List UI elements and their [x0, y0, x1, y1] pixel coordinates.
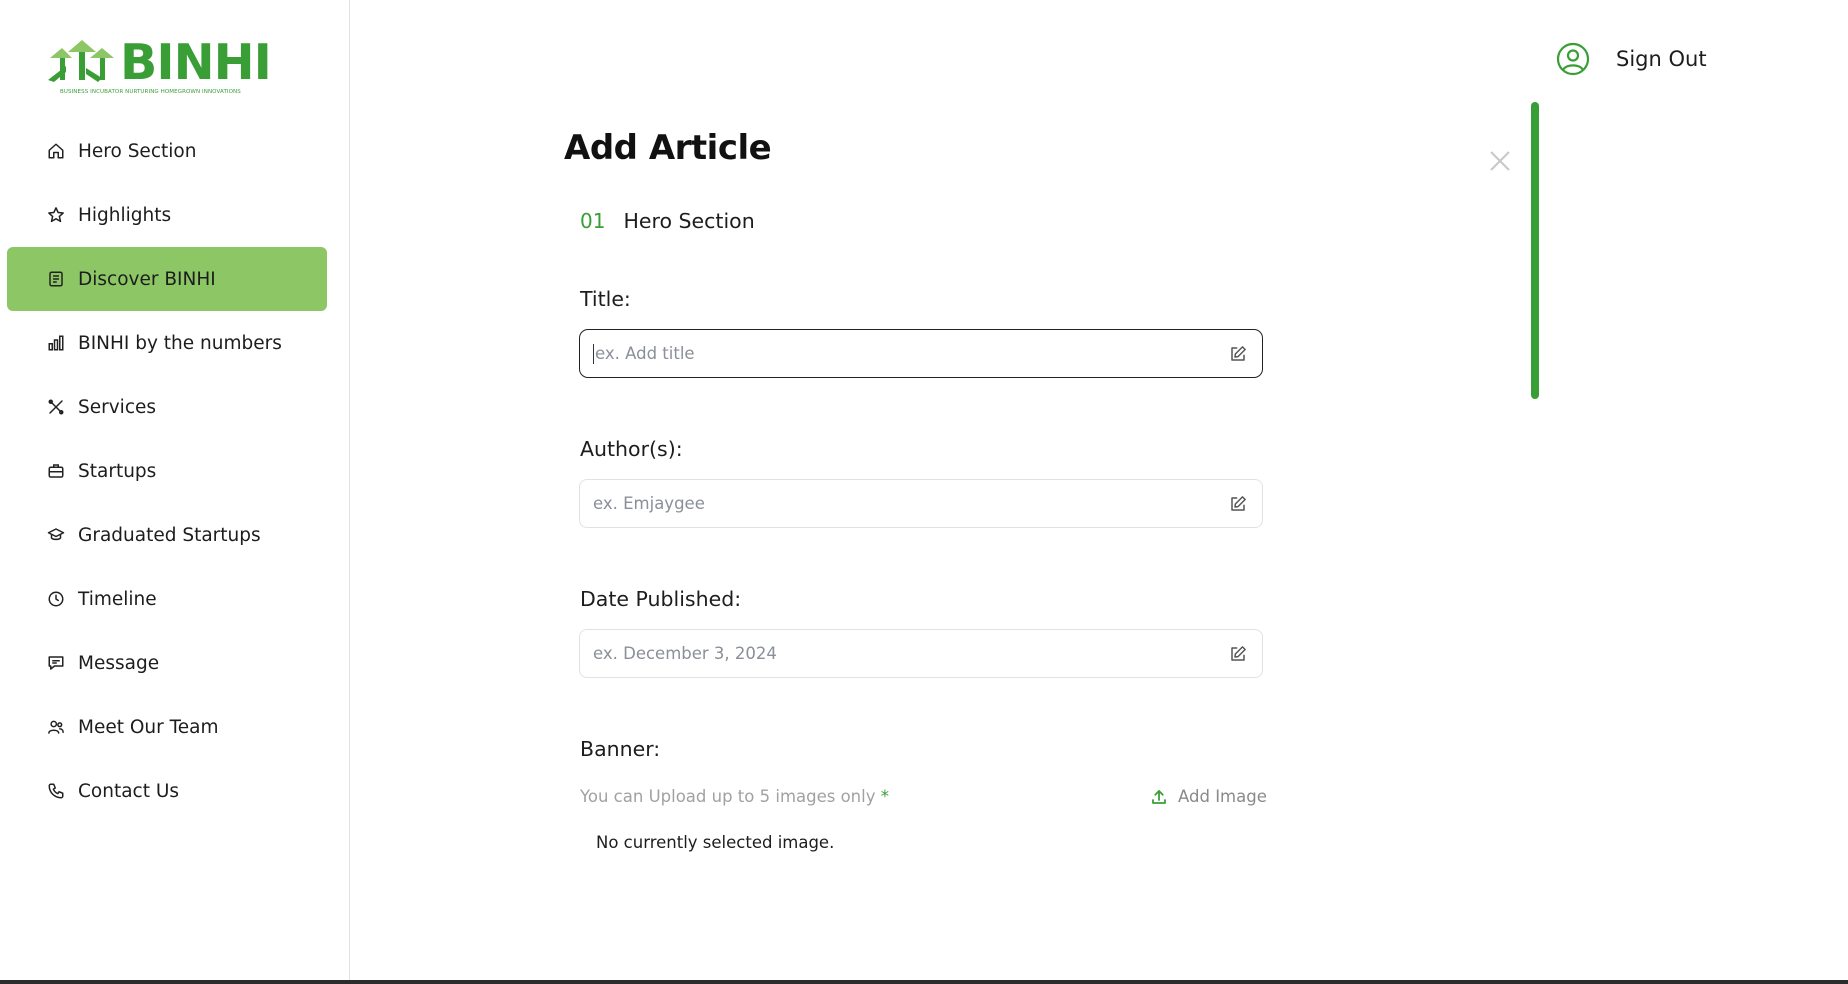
sidebar-nav: Hero Section Highlights Discover BINHI B… — [7, 119, 327, 823]
title-input[interactable] — [595, 344, 1228, 363]
sidebar-item-graduated-startups[interactable]: Graduated Startups — [7, 503, 327, 567]
edit-icon[interactable] — [1228, 494, 1248, 514]
date-published-label: Date Published: — [580, 587, 742, 611]
team-icon — [46, 717, 66, 737]
sidebar-item-label: BINHI by the numbers — [78, 332, 282, 354]
sidebar-item-label: Timeline — [78, 588, 157, 610]
newspaper-icon — [46, 269, 66, 289]
sidebar-item-hero-section[interactable]: Hero Section — [7, 119, 327, 183]
sidebar-item-discover-binhi[interactable]: Discover BINHI — [7, 247, 327, 311]
sidebar-item-label: Services — [78, 396, 157, 418]
message-icon — [46, 653, 66, 673]
tools-icon — [46, 397, 66, 417]
brand-name: BINHI — [120, 34, 272, 91]
sidebar-item-label: Hero Section — [78, 140, 197, 162]
sign-out-button[interactable]: Sign Out — [1556, 42, 1707, 76]
home-icon — [46, 141, 66, 161]
date-published-input[interactable] — [593, 644, 1228, 663]
no-image-message: No currently selected image. — [596, 833, 835, 852]
add-image-button[interactable]: Add Image — [1150, 787, 1267, 806]
logo-sprout-icon — [48, 40, 114, 82]
close-button[interactable] — [1488, 149, 1512, 173]
section-header: 01 Hero Section — [580, 209, 755, 233]
sidebar-item-label: Highlights — [78, 204, 172, 226]
user-circle-icon — [1556, 42, 1590, 76]
sidebar-item-highlights[interactable]: Highlights — [7, 183, 327, 247]
title-label: Title: — [580, 287, 631, 311]
section-title: Hero Section — [623, 209, 755, 233]
clock-icon — [46, 589, 66, 609]
brand-tagline: BUSINESS INCUBATOR NURTURING HOMEGROWN I… — [60, 89, 241, 95]
briefcase-icon — [46, 461, 66, 481]
sidebar-item-message[interactable]: Message — [7, 631, 327, 695]
page-title: Add Article — [564, 128, 772, 168]
edit-icon[interactable] — [1228, 644, 1248, 664]
text-caret — [593, 343, 594, 364]
required-mark: * — [880, 787, 889, 806]
sidebar-item-meet-our-team[interactable]: Meet Our Team — [7, 695, 327, 759]
upload-icon — [1152, 789, 1166, 804]
sidebar-item-label: Meet Our Team — [78, 716, 219, 738]
authors-input[interactable] — [593, 494, 1228, 513]
scrollbar-thumb[interactable] — [1531, 102, 1539, 399]
sign-out-label: Sign Out — [1616, 47, 1707, 71]
close-icon — [1490, 151, 1510, 171]
sidebar-item-label: Graduated Startups — [78, 524, 261, 546]
star-icon — [46, 205, 66, 225]
sidebar-item-contact-us[interactable]: Contact Us — [7, 759, 327, 823]
phone-icon — [46, 781, 66, 801]
bar-chart-icon — [46, 333, 66, 353]
sidebar-item-startups[interactable]: Startups — [7, 439, 327, 503]
sidebar-item-timeline[interactable]: Timeline — [7, 567, 327, 631]
sidebar-item-label: Message — [78, 652, 160, 674]
graduation-cap-icon — [46, 525, 66, 545]
brand-logo[interactable]: BINHI BUSINESS INCUBATOR NURTURING HOMEG… — [46, 34, 272, 95]
sidebar-item-services[interactable]: Services — [7, 375, 327, 439]
authors-field[interactable] — [579, 479, 1263, 528]
sidebar-item-label: Startups — [78, 460, 157, 482]
banner-upload-hint: You can Upload up to 5 images only * — [580, 787, 889, 806]
sidebar-item-binhi-by-the-numbers[interactable]: BINHI by the numbers — [7, 311, 327, 375]
edit-icon[interactable] — [1228, 344, 1248, 364]
window-bottom-edge — [0, 980, 1848, 984]
authors-label: Author(s): — [580, 437, 683, 461]
banner-label: Banner: — [580, 737, 661, 761]
section-number: 01 — [580, 209, 606, 233]
title-field[interactable] — [579, 329, 1263, 378]
banner-hint-text: You can Upload up to 5 images only — [580, 787, 876, 806]
sidebar-item-label: Discover BINHI — [78, 268, 216, 290]
date-published-field[interactable] — [579, 629, 1263, 678]
add-image-label: Add Image — [1178, 787, 1267, 806]
sidebar: BINHI BUSINESS INCUBATOR NURTURING HOMEG… — [0, 0, 350, 980]
sidebar-item-label: Contact Us — [78, 780, 180, 802]
